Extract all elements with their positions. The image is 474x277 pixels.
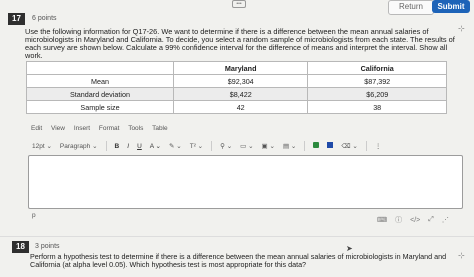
question-divider bbox=[0, 236, 474, 237]
return-button[interactable]: Return bbox=[388, 0, 434, 15]
question-number: 18 bbox=[12, 241, 29, 253]
keyboard-icon[interactable]: ⌨ bbox=[377, 216, 387, 224]
more-options-icon[interactable]: ••• bbox=[232, 0, 246, 8]
pin-icon[interactable]: ⊹ bbox=[458, 24, 465, 33]
table-cell: $92,304 bbox=[172, 74, 309, 88]
table-row: Sample size 42 38 bbox=[26, 100, 447, 114]
editor-toolbar: 12pt ⌄ Paragraph ⌄ B I U A ⌄ ✎ ⌄ T² ⌄ ⚲ … bbox=[32, 140, 432, 152]
menu-edit[interactable]: Edit bbox=[31, 125, 42, 132]
more-toolbar-icon[interactable]: ⋮ bbox=[375, 142, 382, 150]
toolbar-divider bbox=[211, 141, 213, 151]
text-color-button[interactable]: A ⌄ bbox=[150, 142, 161, 150]
editor-status-icons: ⌨ ⓘ </> ⤢ ⋰ bbox=[377, 215, 449, 225]
superscript-icon: T² bbox=[189, 143, 196, 150]
table-cell: 38 bbox=[307, 100, 447, 114]
question-points: 3 points bbox=[35, 243, 60, 250]
menu-tools[interactable]: Tools bbox=[128, 125, 143, 132]
table-row: Mean $92,304 $87,392 bbox=[26, 74, 447, 88]
table-header-cell: Maryland bbox=[172, 61, 309, 75]
paragraph-label: Paragraph bbox=[59, 143, 91, 150]
table-row-label: Mean bbox=[26, 74, 174, 88]
toolbar-divider bbox=[365, 141, 367, 151]
toolbar-divider bbox=[105, 141, 107, 151]
table-header-cell: California bbox=[307, 61, 447, 75]
link-icon[interactable]: ⚲ ⌄ bbox=[220, 142, 232, 150]
toolbar-divider bbox=[304, 141, 306, 151]
question-text: Use the following information for Q17-26… bbox=[25, 27, 455, 60]
grid-icon[interactable] bbox=[327, 142, 334, 150]
html-code-icon[interactable]: </> bbox=[410, 217, 420, 224]
fullscreen-icon[interactable]: ⤢ bbox=[428, 216, 434, 224]
pin-icon[interactable]: ⊹ bbox=[458, 251, 465, 260]
document-icon[interactable]: ▤ ⌄ bbox=[283, 142, 296, 150]
font-size-label: 12pt bbox=[32, 143, 45, 150]
clear-format-icon[interactable]: ⌫ ⌄ bbox=[341, 142, 357, 150]
question-points: 6 points bbox=[32, 15, 57, 22]
table-header-row: Maryland California bbox=[26, 61, 447, 75]
table-row-label: Standard deviation bbox=[26, 87, 174, 101]
highlight-icon[interactable]: ✎ ⌄ bbox=[169, 142, 182, 150]
menu-format[interactable]: Format bbox=[99, 125, 120, 132]
data-table: Maryland California Mean $92,304 $87,392… bbox=[26, 61, 447, 114]
text-color-icon: A bbox=[149, 143, 154, 150]
underline-button[interactable]: U bbox=[137, 143, 142, 150]
menu-insert[interactable]: Insert bbox=[74, 125, 90, 132]
question-number: 17 bbox=[8, 13, 25, 25]
editor-status-path: p bbox=[32, 212, 36, 219]
menu-table[interactable]: Table bbox=[152, 125, 168, 132]
table-row-label: Sample size bbox=[26, 100, 174, 114]
table-header-cell bbox=[26, 61, 174, 75]
resize-handle-icon[interactable]: ⋰ bbox=[442, 216, 449, 224]
paragraph-select[interactable]: Paragraph ⌄ bbox=[60, 142, 98, 150]
submit-button[interactable]: Submit bbox=[432, 0, 470, 13]
table-cell: 42 bbox=[172, 100, 309, 114]
media-icon[interactable]: ▣ ⌄ bbox=[262, 142, 275, 150]
italic-button[interactable]: I bbox=[127, 143, 129, 150]
image-icon[interactable]: ▭ ⌄ bbox=[240, 142, 253, 150]
table-cell: $8,422 bbox=[172, 87, 309, 101]
table-cell: $6,209 bbox=[307, 87, 447, 101]
answer-editor[interactable] bbox=[28, 155, 463, 209]
font-size-select[interactable]: 12pt ⌄ bbox=[32, 142, 52, 150]
apps-icon[interactable] bbox=[313, 142, 320, 150]
menu-view[interactable]: View bbox=[51, 125, 65, 132]
superscript-button[interactable]: T² ⌄ bbox=[190, 142, 203, 150]
bold-button[interactable]: B bbox=[115, 143, 120, 150]
table-row: Standard deviation $8,422 $6,209 bbox=[26, 87, 447, 101]
accessibility-icon[interactable]: ⓘ bbox=[395, 215, 402, 225]
question-text: Perform a hypothesis test to determine i… bbox=[30, 252, 447, 269]
editor-menubar: Edit View Insert Format Tools Table bbox=[31, 125, 175, 132]
table-cell: $87,392 bbox=[307, 74, 447, 88]
